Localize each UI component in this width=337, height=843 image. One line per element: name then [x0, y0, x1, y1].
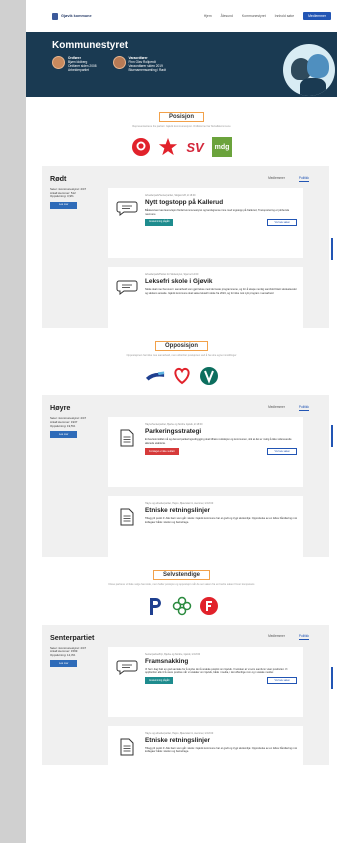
party-name: Høyre	[50, 403, 71, 413]
case-title: Leksefri skole i Gjøvik	[145, 278, 213, 286]
top-bar: Gjøvik kommune Hjem Ålesund Kommunestyre…	[26, 0, 337, 32]
section-subtitle: Representantene fra partiet i Gjøvik kom…	[132, 125, 231, 128]
vote-status-button[interactable]: Avstemming pågått	[145, 677, 174, 685]
case-title: Etniske retningslinjer	[145, 507, 210, 515]
site-logo[interactable]: Gjøvik kommune	[52, 12, 92, 20]
case-body: Tillegg til punkt 3: Alle barn som går i…	[145, 517, 297, 524]
case-title: Etniske retningslinjer	[145, 736, 210, 744]
case-card[interactable]: Høyre og arbeiderpartiet, Høyre, Bjøerst…	[108, 725, 303, 796]
view-case-button[interactable]: Vis hele saken	[267, 448, 297, 455]
venstre-logo[interactable]	[199, 366, 219, 386]
party-logos-selvstendige	[26, 593, 337, 619]
view-case-button[interactable]: Vis hele saken	[267, 218, 297, 226]
mdg-logo[interactable]: mdg	[212, 137, 232, 158]
nav-item[interactable]: Hjem	[204, 14, 212, 18]
case-body: Vi har i dag hatt en god samtale for å s…	[145, 667, 288, 674]
party-panel-hoyre: Høyre Medlemmer Politikk Seter i kommune…	[42, 395, 333, 567]
case-card[interactable]: Høyre og arbeiderpartiet, Høyre, Bjøerst…	[108, 496, 303, 567]
leader-party: Arbeiderpartiet	[68, 68, 89, 72]
party-panel-rodt: Rødt Medlemmer Politikk Seter i kommunes…	[42, 166, 333, 338]
members-nav-button[interactable]: Medlemmer	[303, 12, 331, 20]
krf-logo[interactable]	[172, 596, 192, 616]
speech-bubble-icon	[114, 200, 140, 220]
main-nav: Hjem Ålesund Kommunestyret Innhold søke …	[204, 12, 331, 20]
hero-illustration	[283, 44, 335, 96]
leader-mayor: Ordfører Bjørn Iddberg Ordfører siden 20…	[52, 56, 97, 72]
tab-members[interactable]: Medlemmer	[268, 634, 285, 640]
sv-logo[interactable]: SV	[185, 137, 205, 157]
tab-members[interactable]: Medlemmer	[268, 405, 285, 411]
avatar	[52, 56, 65, 69]
leader-party: Bluenamemsamling i Rødt	[128, 68, 166, 72]
party-logos-posisjon: SV mdg	[26, 134, 337, 160]
vote-status-button[interactable]: Avstemming pågått	[145, 218, 174, 226]
case-title: Framsnakking	[145, 657, 189, 665]
coat-of-arms-icon	[52, 12, 58, 20]
nav-item[interactable]: Kommunestyret	[242, 14, 266, 18]
party-stats: Seter i kommunestyret: 2/47 Antall stemm…	[50, 646, 108, 805]
read-more-button[interactable]: Les mer	[50, 431, 78, 438]
party-name: Rødt	[50, 174, 67, 184]
hoyre-logo[interactable]	[145, 366, 165, 386]
pensjonist-logo[interactable]	[145, 596, 165, 616]
case-card[interactable]: Høyre/Senterpartiet, Bjerke og Nordre Gj…	[108, 417, 303, 488]
party-stats: Seter i kommunestyret: 2/47 Antall stemm…	[50, 417, 108, 575]
frp-logo[interactable]	[172, 366, 192, 386]
frp-logo[interactable]	[199, 596, 219, 616]
nav-item[interactable]: Ålesund	[221, 14, 233, 18]
speech-bubble-icon	[114, 659, 140, 679]
section-title: Posisjon	[158, 112, 204, 122]
case-body: Bådeversen kan Eurovisjon fördel kommune…	[145, 209, 290, 216]
rodt-star-logo[interactable]	[158, 137, 178, 157]
case-card[interactable]: Arbeiderparti/Partiet for Skolestyret, S…	[108, 267, 303, 338]
avatar	[112, 56, 126, 69]
ap-rose-logo[interactable]	[131, 137, 151, 157]
read-more-button[interactable]: Les mer	[50, 660, 78, 667]
leader-deputy: Varaordfører Finn Olav Rollperdt Varaord…	[112, 56, 166, 72]
vote-status-button[interactable]: Forslaget er ikke vedtatt	[145, 448, 179, 455]
nav-item[interactable]: Innhold søke	[275, 14, 294, 18]
scroll-accent[interactable]	[331, 666, 333, 689]
tab-politics[interactable]: Politikk	[298, 176, 309, 182]
scroll-accent[interactable]	[331, 425, 333, 448]
case-card[interactable]: Arbeiderparti/Senterpartiet, Skigard 28,…	[108, 188, 303, 259]
party-stats: Seter i kommunestyret: 2/47 Antall stemm…	[50, 188, 108, 346]
document-icon	[114, 508, 140, 528]
section-subtitle: Disse partiene vil ikke velge fast side,…	[108, 583, 255, 587]
view-case-button[interactable]: Vis hele saken	[267, 677, 297, 685]
party-logos-opposisjon	[26, 363, 337, 389]
document-icon	[114, 738, 140, 758]
scroll-accent[interactable]	[331, 238, 333, 261]
speech-bubble-icon	[114, 279, 140, 299]
hero-banner: Kommunestyret Ordfører Bjørn Iddberg Ord…	[26, 32, 337, 97]
page: Gjøvik kommune Hjem Ålesund Kommunestyre…	[26, 0, 337, 843]
tab-politics[interactable]: Politikk	[298, 634, 309, 641]
case-body: Tillegg til punkt 3: Alle barn som går i…	[145, 746, 297, 753]
case-card[interactable]: Senterpartiet/Frp, Bjerke og Nordre, Gjø…	[108, 646, 303, 717]
document-icon	[114, 429, 140, 449]
section-posisjon: Posisjon Representantene fra partiet i G…	[26, 97, 337, 128]
case-body: Skole skal noe fremover i samarbeid som …	[145, 288, 297, 295]
case-title: Parkeringsstrategi	[145, 428, 202, 436]
logo-text: Gjøvik kommune	[61, 14, 92, 18]
tab-members[interactable]: Medlemmer	[268, 176, 285, 182]
party-panel-senterpartiet: Senterpartiet Medlemmer Politikk Seter i…	[42, 624, 333, 796]
case-title: Nytt togstopp på Kallerud	[145, 199, 224, 207]
case-body: Et bevisstmiddel må og derved parkerings…	[145, 438, 292, 445]
party-name: Senterpartiet	[50, 632, 95, 642]
read-more-button[interactable]: Les mer	[50, 201, 78, 209]
section-subtitle: Opposisjonen har ikke noe samarbeid, men…	[126, 354, 237, 358]
tab-politics[interactable]: Politikk	[298, 405, 309, 411]
